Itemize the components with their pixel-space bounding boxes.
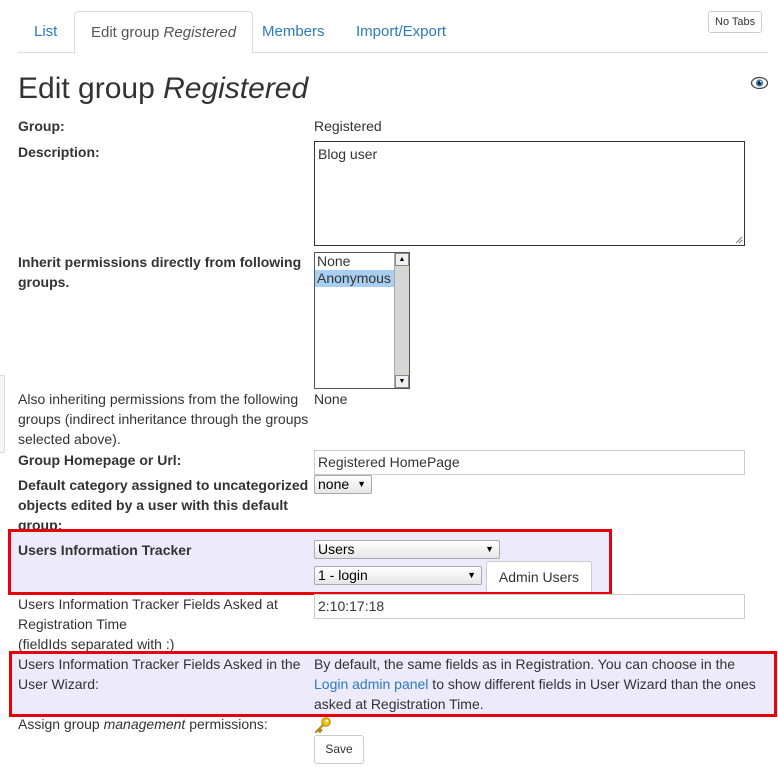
tab-bar: List Edit group Registered Members Impor… [18,11,768,54]
inherit-groups-listbox[interactable]: None Anonymous ▲ ▼ [314,252,410,389]
listbox-scrollbar[interactable]: ▲ ▼ [394,253,409,388]
tab-import-export-label: Import/Export [356,23,447,40]
save-button[interactable]: Save [314,735,364,764]
tab-edit-group-name: Registered [163,24,237,41]
scroll-up-icon[interactable]: ▲ [395,253,409,266]
tab-edit-group-label: Edit group [91,24,164,41]
assign-prefix: Assign group [18,716,104,732]
description-text: Blog user [318,146,378,162]
homepage-label: Group Homepage or Url: [18,452,182,468]
also-inherit-value: None [314,391,348,407]
homepage-input[interactable]: Registered HomePage [314,450,745,475]
tab-edit-group[interactable]: Edit group Registered [74,11,254,54]
default-category-select[interactable]: none ▼ [314,475,372,494]
page-title-prefix: Edit group [18,72,164,105]
description-label: Description: [18,144,100,160]
tab-import-export[interactable]: Import/Export [340,11,462,53]
group-label: Group: [18,118,65,134]
tab-list-label: List [34,23,58,40]
tab-list[interactable]: List [18,11,73,53]
listbox-option-anonymous[interactable]: Anonymous [315,270,395,287]
tab-members-label: Members [262,23,325,40]
wizard-annotation-outline [9,651,777,717]
assign-suffix: permissions: [185,716,268,732]
assign-em: management [103,716,186,732]
chevron-down-icon: ▼ [357,479,366,489]
eye-icon[interactable] [751,76,768,90]
default-category-label: Default category assigned to uncategoriz… [18,477,309,533]
description-textarea[interactable]: Blog user [314,141,745,246]
group-value: Registered [314,118,382,134]
scroll-down-icon[interactable]: ▼ [395,375,409,388]
tracker-annotation-outline [8,529,612,595]
listbox-option-none[interactable]: None [315,253,395,270]
no-tabs-button[interactable]: No Tabs [708,11,763,33]
side-panel-toggle[interactable] [0,375,5,453]
tab-members[interactable]: Members [246,11,341,53]
page-title-group: Registered [163,72,309,105]
resize-grip-icon[interactable] [735,236,743,244]
registration-fields-input[interactable]: 2:10:17:18 [314,594,745,619]
assign-permissions-label: Assign group management permissions: [18,714,268,734]
inherit-label: Inherit permissions directly from follow… [18,254,302,290]
default-category-value: none [318,476,350,492]
registration-fields-label-text: Users Information Tracker Fields Asked a… [18,596,278,632]
also-inherit-label: Also inheriting permissions from the fol… [18,391,309,447]
page-title: Edit group Registered [18,72,308,106]
key-icon[interactable] [314,716,332,734]
registration-fields-label: Users Information Tracker Fields Asked a… [18,594,308,654]
